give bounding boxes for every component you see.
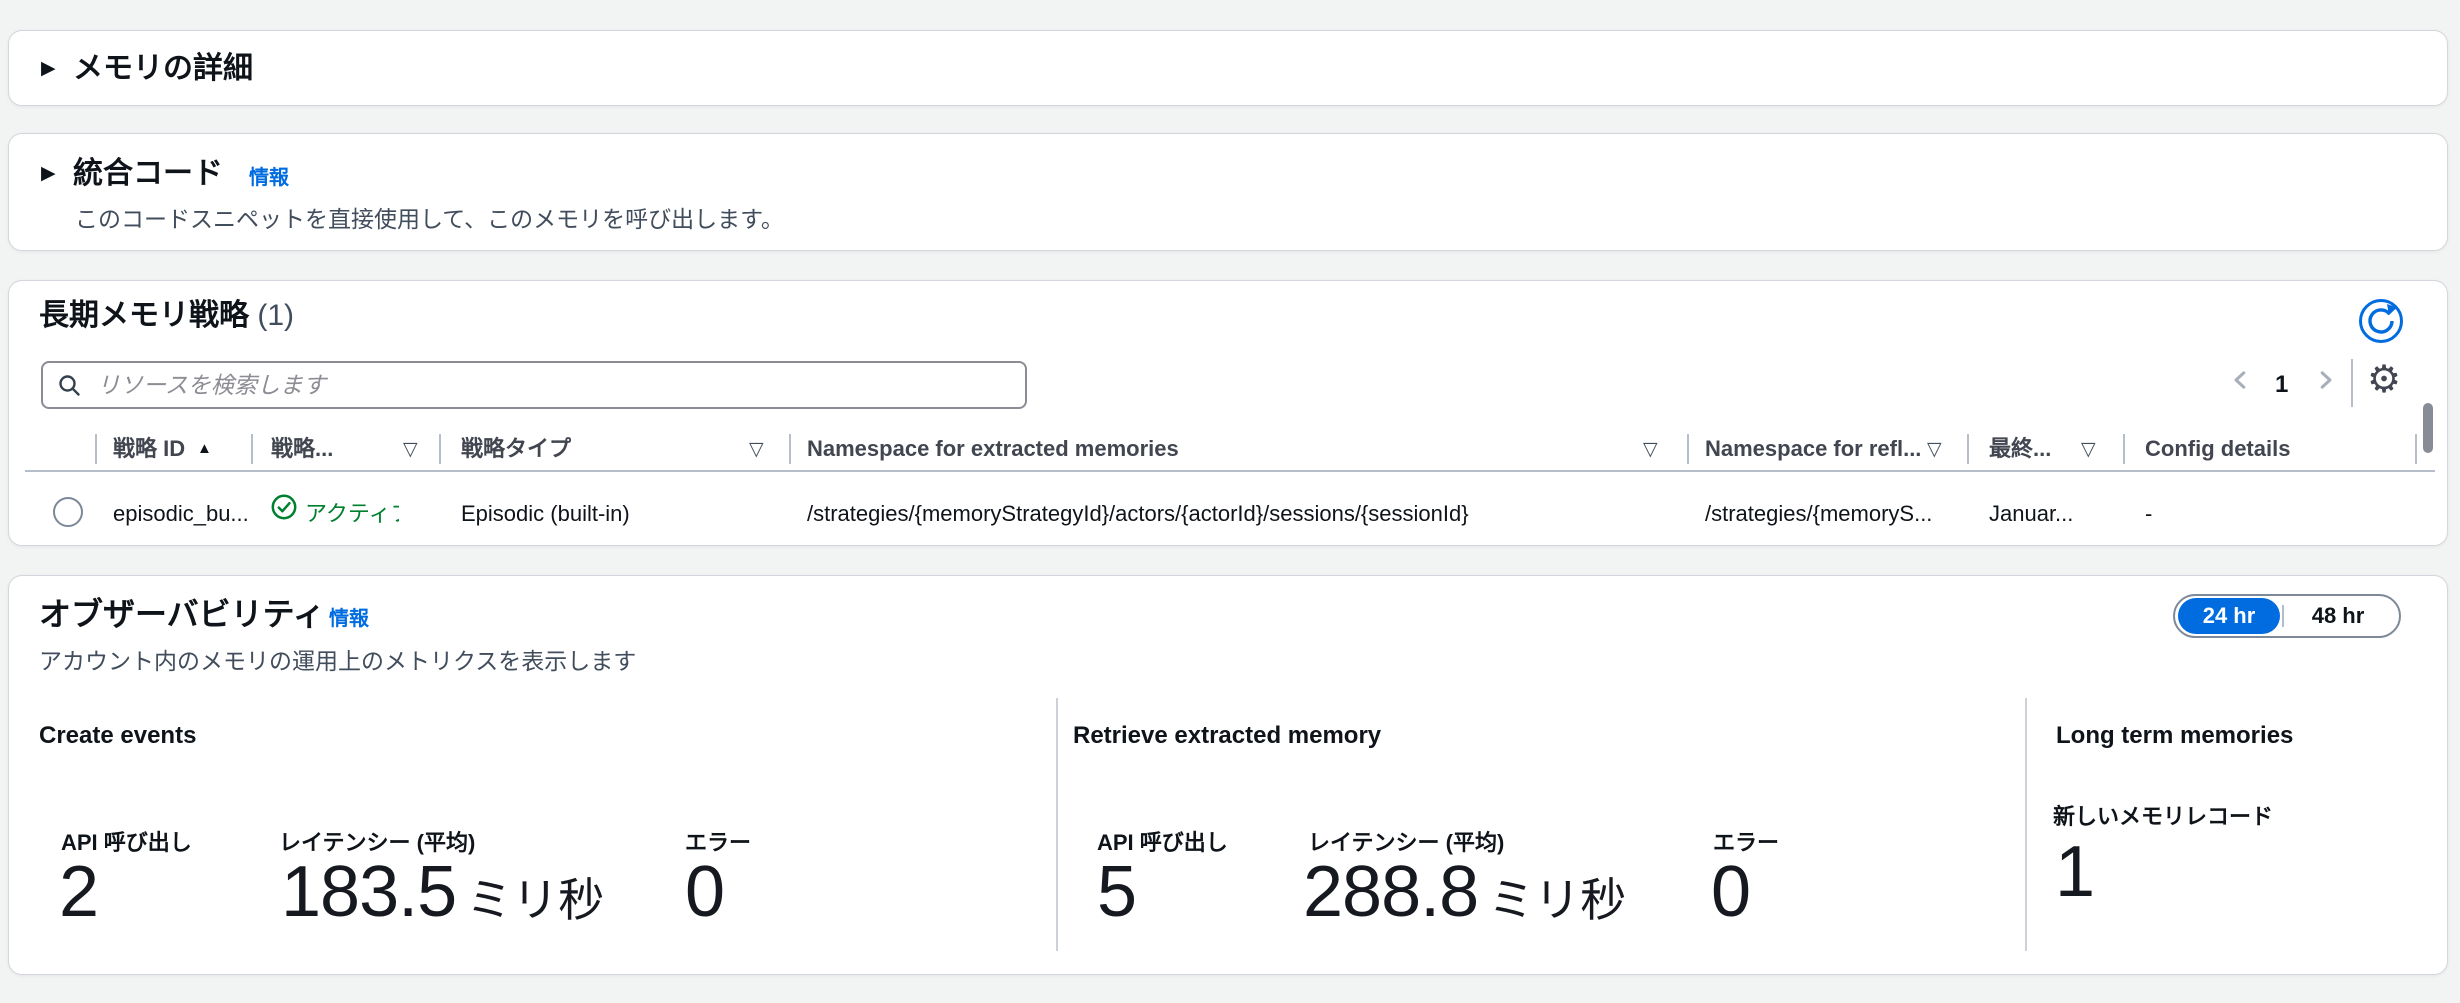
pagination-current-page[interactable]: 1 xyxy=(2275,373,2288,397)
cell-namespace-reflection: /strategies/{memoryS... xyxy=(1705,503,1932,525)
api-calls-label: API 呼び出し xyxy=(61,832,192,854)
metrics-group-divider xyxy=(2025,698,2027,951)
table-header-border xyxy=(25,470,2435,472)
pagination-next-button[interactable] xyxy=(2314,369,2336,393)
column-header-strategy-id[interactable]: 戦略 ID xyxy=(113,438,185,460)
column-divider xyxy=(1687,434,1689,464)
column-divider xyxy=(95,434,97,464)
errors-label: エラー xyxy=(685,832,751,854)
sort-ascending-icon[interactable]: ▲ xyxy=(197,441,212,456)
time-range-24hr-button[interactable]: 24 hr xyxy=(2178,598,2280,634)
strategies-section: 長期メモリ戦略 (1) 1 ⚙ 戦略 ID ▲ 戦略... ▽ 戦略タイプ ▽ … xyxy=(8,280,2448,546)
observability-section: オブザーバビリティ 情報 アカウント内のメモリの運用上のメトリクスを表示します … xyxy=(8,575,2448,975)
api-calls-value: 5 xyxy=(1097,856,1136,928)
cell-strategy-id: episodic_bu... xyxy=(113,503,249,525)
filter-caret-icon[interactable]: ▽ xyxy=(2081,440,2096,459)
toggle-divider xyxy=(2282,605,2284,627)
long-term-memories-heading: Long term memories xyxy=(2056,724,2293,748)
new-memory-records-value: 1 xyxy=(2055,836,2094,908)
observability-description: アカウント内のメモリの運用上のメトリクスを表示します xyxy=(39,650,636,673)
column-header-strategy-status[interactable]: 戦略... xyxy=(271,438,333,460)
memory-details-section: ▶ メモリの詳細 xyxy=(8,30,2448,106)
column-divider xyxy=(251,434,253,464)
errors-value: 0 xyxy=(685,856,724,928)
errors-label: エラー xyxy=(1713,832,1779,854)
create-events-heading: Create events xyxy=(39,724,196,748)
search-input[interactable] xyxy=(41,361,1027,409)
latency-label: レイテンシー (平均) xyxy=(1308,832,1504,854)
retrieve-memory-heading: Retrieve extracted memory xyxy=(1073,724,1381,748)
filter-caret-icon[interactable]: ▽ xyxy=(403,440,418,459)
cell-strategy-type: Episodic (built-in) xyxy=(461,503,630,525)
expand-triangle-icon: ▶ xyxy=(41,59,56,78)
toolbar-divider xyxy=(2351,359,2353,407)
column-header-namespace-reflection[interactable]: Namespace for refl... xyxy=(1705,438,1921,460)
filter-caret-icon[interactable]: ▽ xyxy=(1643,440,1658,459)
integration-code-description: このコードスニペットを直接使用して、このメモリを呼び出します。 xyxy=(75,208,784,231)
memory-details-title: メモリの詳細 xyxy=(73,54,253,84)
search-icon xyxy=(57,373,81,397)
new-memory-records-label: 新しいメモリレコード xyxy=(2053,806,2273,828)
column-header-last-updated[interactable]: 最終... xyxy=(1989,438,2051,460)
table-settings-button[interactable]: ⚙ xyxy=(2367,361,2401,399)
pagination-prev-button[interactable] xyxy=(2230,369,2252,393)
api-calls-label: API 呼び出し xyxy=(1097,832,1228,854)
memory-details-expander[interactable]: ▶ xyxy=(41,59,56,78)
cell-last-updated: Januar... xyxy=(1989,503,2073,525)
observability-info-link[interactable]: 情報 xyxy=(329,609,369,629)
integration-code-expander[interactable]: ▶ xyxy=(41,164,56,183)
cell-strategy-status: アクティブ xyxy=(305,503,399,525)
refresh-button[interactable] xyxy=(2357,297,2405,345)
expand-triangle-icon: ▶ xyxy=(41,163,56,184)
column-header-namespace-extracted[interactable]: Namespace for extracted memories xyxy=(807,438,1179,460)
integration-code-title: 統合コード xyxy=(73,159,223,189)
column-header-strategy-type[interactable]: 戦略タイプ xyxy=(461,438,571,460)
refresh-icon xyxy=(2357,297,2405,345)
column-divider xyxy=(2415,434,2417,464)
metrics-group-divider xyxy=(1056,698,1058,951)
observability-title: オブザーバビリティ xyxy=(39,598,325,630)
strategies-count: (1) xyxy=(257,299,294,332)
column-divider xyxy=(439,434,441,464)
time-range-48hr-button[interactable]: 48 hr xyxy=(2286,598,2390,634)
latency-unit: ミリ秒 xyxy=(466,874,604,926)
column-header-config-details[interactable]: Config details xyxy=(2145,438,2290,460)
latency-unit: ミリ秒 xyxy=(1488,874,1626,926)
latency-label: レイテンシー (平均) xyxy=(279,832,475,854)
integration-code-section: ▶ 統合コード 情報 このコードスニペットを直接使用して、このメモリを呼び出しま… xyxy=(8,133,2448,251)
column-divider xyxy=(789,434,791,464)
chevron-right-icon xyxy=(2314,369,2336,391)
filter-caret-icon[interactable]: ▽ xyxy=(1927,440,1942,459)
cell-config-details: - xyxy=(2145,503,2152,525)
gear-icon: ⚙ xyxy=(2367,359,2401,401)
row-radio-button[interactable] xyxy=(53,497,83,527)
chevron-left-icon xyxy=(2230,369,2252,391)
latency-value: 288.8ミリ秒 xyxy=(1303,856,1626,928)
cell-namespace-extracted: /strategies/{memoryStrategyId}/actors/{a… xyxy=(807,503,1469,525)
latency-value: 183.5ミリ秒 xyxy=(281,856,604,928)
strategies-title: 長期メモリ戦略 (1) xyxy=(39,301,294,331)
column-divider xyxy=(2123,434,2125,464)
time-range-toggle: 24 hr 48 hr xyxy=(2173,594,2401,638)
vertical-scrollbar[interactable] xyxy=(2423,403,2433,453)
integration-code-info-link[interactable]: 情報 xyxy=(249,168,289,188)
status-success-icon xyxy=(271,494,297,520)
filter-caret-icon[interactable]: ▽ xyxy=(749,440,764,459)
errors-value: 0 xyxy=(1711,856,1750,928)
column-divider xyxy=(1967,434,1969,464)
api-calls-value: 2 xyxy=(59,856,98,928)
